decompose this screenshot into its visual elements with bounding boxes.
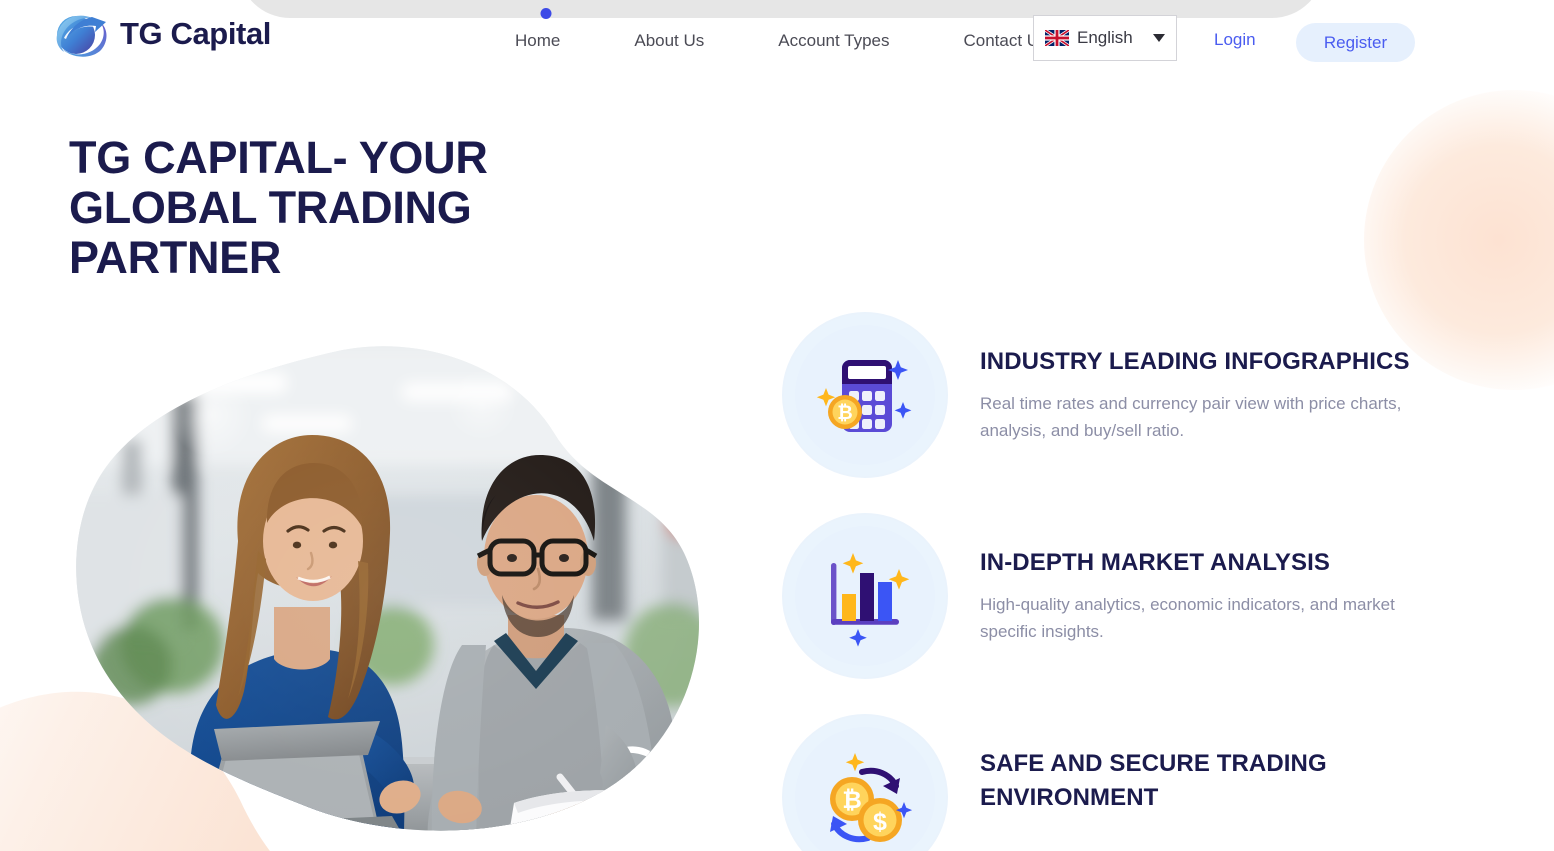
feature-text-block: INDUSTRY LEADING INFOGRAPHICS Real time … — [980, 312, 1412, 444]
brand-logo[interactable]: TG Capital — [48, 8, 271, 60]
nav-item-home[interactable]: Home — [495, 8, 597, 54]
svg-text:₿: ₿ — [837, 403, 852, 424]
feature-icon-container: ₿ — [782, 312, 948, 478]
brand-name: TG Capital — [120, 16, 272, 51]
feature-title: IN-DEPTH MARKET ANALYSIS — [980, 549, 1330, 576]
hero-title: TG CAPITAL- YOUR GLOBAL TRADING PARTNER — [69, 132, 488, 283]
nav-item-label: Account Types — [778, 31, 890, 50]
site-header: TG Capital Home About Us Account Types C… — [0, 0, 1554, 76]
hero-photo — [76, 346, 700, 831]
landing-page: TG Capital Home About Us Account Types C… — [0, 0, 1554, 851]
feature-item-secure-trading: ₿ $ SAFE AND SECURE TRADING ENVIRONMENT — [782, 714, 1482, 851]
nav-item-label: Home — [515, 31, 561, 50]
feature-title: SAFE AND SECURE TRADING ENVIRONMENT — [980, 750, 1327, 811]
login-link[interactable]: Login — [1214, 30, 1256, 50]
calculator-bitcoin-icon: ₿ — [816, 360, 912, 432]
main-navigation: Home About Us Account Types Contact Us — [495, 8, 1085, 54]
feature-description: High-quality analytics, economic indicat… — [980, 595, 1395, 641]
feature-item-market-analysis: IN-DEPTH MARKET ANALYSIS High-quality an… — [782, 513, 1482, 679]
nav-item-account-types[interactable]: Account Types — [741, 28, 926, 54]
tg-capital-swirl-logo-icon — [56, 15, 107, 57]
nav-item-label: About Us — [634, 31, 705, 50]
feature-title: INDUSTRY LEADING INFOGRAPHICS — [980, 348, 1410, 375]
svg-text:₿: ₿ — [842, 787, 862, 814]
register-button[interactable]: Register — [1296, 23, 1415, 62]
feature-item-infographics: ₿ INDUSTRY LEADING INFOGRAPHICS Real tim… — [782, 312, 1482, 478]
language-selector[interactable]: English — [1033, 15, 1177, 61]
uk-flag-icon — [1045, 30, 1069, 46]
feature-text-block: IN-DEPTH MARKET ANALYSIS High-quality an… — [980, 513, 1412, 645]
feature-icon-container — [782, 513, 948, 679]
feature-list: ₿ INDUSTRY LEADING INFOGRAPHICS Real tim… — [782, 312, 1482, 851]
feature-description: Real time rates and currency pair view w… — [980, 394, 1402, 440]
nav-item-about-us[interactable]: About Us — [597, 28, 741, 54]
coin-exchange-icon: ₿ $ — [830, 753, 913, 843]
svg-text:$: $ — [873, 808, 887, 836]
feature-icon-container: ₿ $ — [782, 714, 948, 851]
active-indicator-dot — [540, 8, 552, 19]
chevron-down-icon — [1153, 34, 1165, 42]
language-label: English — [1077, 28, 1133, 47]
feature-text-block: SAFE AND SECURE TRADING ENVIRONMENT — [980, 714, 1482, 826]
bar-chart-icon — [831, 553, 910, 647]
